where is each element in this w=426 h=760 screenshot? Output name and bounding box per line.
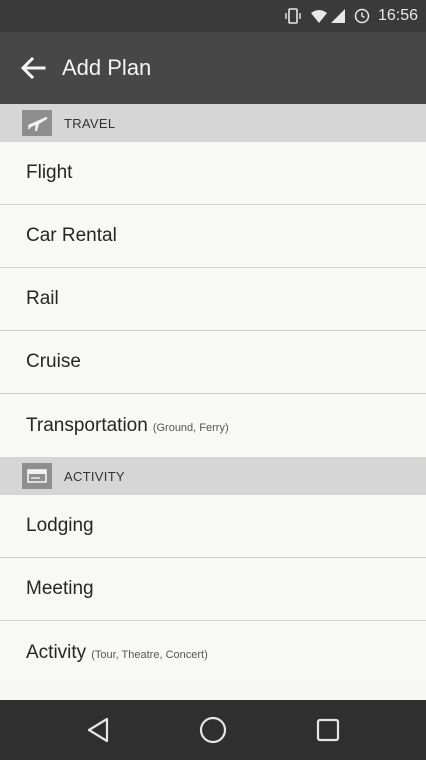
- list-item-activity[interactable]: Activity (Tour, Theatre, Concert): [0, 621, 426, 684]
- status-bar: 16:56: [0, 0, 426, 32]
- list-item-flight[interactable]: Flight: [0, 142, 426, 205]
- wifi-icon: [310, 8, 328, 24]
- signal-icon: [330, 8, 346, 24]
- list-item-sublabel: (Tour, Theatre, Concert): [91, 648, 208, 661]
- list-item-lodging[interactable]: Lodging: [0, 495, 426, 558]
- status-time: 16:56: [377, 7, 418, 24]
- nav-home-button[interactable]: [193, 710, 233, 750]
- screen: 16:56 Add Plan TRAVEL Flight Car Rental …: [0, 0, 426, 760]
- section-header-travel: TRAVEL: [0, 104, 426, 142]
- navigation-bar: [0, 700, 426, 760]
- back-triangle-icon: [85, 716, 111, 744]
- ticket-icon: [22, 463, 52, 489]
- list-item-label: Lodging: [26, 515, 94, 536]
- vibrate-icon: [284, 8, 302, 24]
- list-item-label: Cruise: [26, 351, 81, 372]
- list-item-cruise[interactable]: Cruise: [0, 331, 426, 394]
- list-item-car-rental[interactable]: Car Rental: [0, 205, 426, 268]
- arrow-left-icon: [20, 56, 46, 80]
- list-item-sublabel: (Ground, Ferry): [152, 421, 229, 434]
- list-item-transportation[interactable]: Transportation (Ground, Ferry): [0, 394, 426, 457]
- alarm-icon: [354, 8, 370, 24]
- airplane-icon: [22, 110, 52, 136]
- list-item-meeting[interactable]: Meeting: [0, 558, 426, 621]
- home-circle-icon: [198, 715, 228, 745]
- page-title: Add Plan: [62, 55, 152, 80]
- list-item-label: Car Rental: [26, 225, 117, 246]
- list-item-label: Activity: [26, 641, 87, 663]
- recents-square-icon: [315, 717, 341, 743]
- list-item-label: Transportation: [26, 414, 148, 436]
- list-item-label: Rail: [26, 288, 59, 309]
- plan-type-list: TRAVEL Flight Car Rental Rail Cruise Tra…: [0, 104, 426, 684]
- nav-recents-button[interactable]: [308, 710, 348, 750]
- back-button[interactable]: [18, 53, 48, 83]
- section-label: TRAVEL: [64, 115, 116, 131]
- list-item-label: Meeting: [26, 578, 94, 599]
- list-item-rail[interactable]: Rail: [0, 268, 426, 331]
- list-item-label: Flight: [26, 162, 73, 183]
- app-bar: Add Plan: [0, 32, 426, 104]
- section-label: ACTIVITY: [64, 468, 125, 484]
- nav-back-button[interactable]: [78, 710, 118, 750]
- section-header-activity: ACTIVITY: [0, 457, 426, 495]
